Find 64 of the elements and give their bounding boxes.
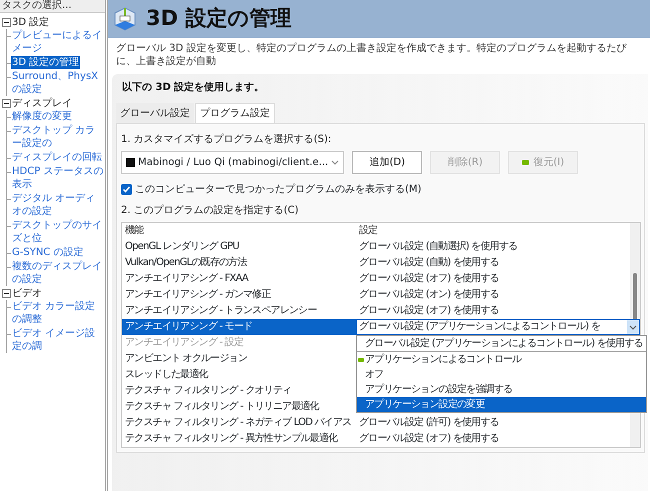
page-title: 3D 設定の管理 [146,6,292,32]
feature-cell[interactable]: テクスチャ フィルタリング - 異方性サンプル最適化 [122,431,356,447]
tree-item[interactable]: 3D 設定の管理 [11,56,80,69]
dropdown-option[interactable]: アプリケーションの設定を強調する [357,382,646,397]
tree-item[interactable]: デスクトップ カラー設定の [11,124,105,150]
3d-settings-icon [112,6,138,32]
setting-cell: グローバル設定 (自動) を使用する [359,257,499,268]
tree-group-label[interactable]: ビデオ [12,287,42,300]
column-header: 機能 [124,224,145,238]
program-select[interactable]: Mabinogi / Luo Qi (mabinogi/client.e... [121,151,344,174]
feature-cell[interactable]: アンチエイリアシング - トランスペアレンシー [122,303,356,319]
setting-cell: グローバル設定 (オン) を使用する [359,289,499,300]
description-text: グローバル 3D 設定を変更し、特定のプログラムの上書き設定を作成できます。特定のプログラムを起動するたびに、上書き設定が自動 [115,42,628,68]
app-icon [126,158,135,167]
caret-icon [331,159,340,166]
nvidia-icon [522,159,530,166]
checkbox[interactable] [121,184,132,195]
tree-item[interactable]: デジタル オーディオの設定 [11,192,105,218]
tree-item[interactable]: 解像度の変更 [11,110,73,123]
setting-cell: グローバル設定 (オフ) を使用する [359,305,499,316]
tree-item[interactable]: デスクトップのサイズと位 [11,219,105,245]
dropdown-option[interactable]: オフ [357,367,646,382]
tree-item[interactable]: 複数のディスプレイの設定 [11,260,105,286]
dropdown-option[interactable]: アプリケーション設定の変更 [357,397,646,412]
nvidia-icon [358,356,364,362]
tree-item[interactable]: ディスプレイの回転 [11,151,103,164]
tree-item[interactable]: HDCP ステータスの表示 [11,165,105,191]
tree-item[interactable]: G-SYNC の設定 [11,246,84,259]
feature-cell[interactable]: アンチエイリアシング - ガンマ修正 [122,287,356,303]
dropdown-option[interactable]: アプリケーションによるコントロール [357,352,646,367]
feature-cell[interactable]: OpenGL レンダリング GPU [122,239,356,255]
setting-cell: グローバル設定 (許可) を使用する [359,417,499,428]
feature-cell[interactable]: テクスチャ フィルタリング - ネガティブ LOD バイアス [122,415,356,431]
dropdown-option[interactable]: グローバル設定 (アプリケーションによるコントロール) を使用する [357,336,646,352]
tree-item[interactable]: プレビューによるイメージ [11,29,105,55]
section-heading: 以下の 3D 設定を使用します。 [122,80,266,95]
collapse-icon[interactable] [2,289,11,298]
setting-cell: グローバル設定 (自動選択) を使用する [359,241,518,252]
step-label: 1. カスタマイズするプログラムを選択する(S): [121,132,332,147]
tree-group-label[interactable]: ディスプレイ [12,97,72,110]
checkbox-label[interactable]: このコンピューターで見つかったプログラムのみを表示する(M) [135,182,422,197]
tree-item[interactable]: Surround、PhysX の設定 [11,70,105,96]
feature-cell[interactable]: Vulkan/OpenGLの既存の方法 [122,255,356,271]
column-header: 設定 [358,224,378,238]
caret-icon [629,324,637,330]
setting-combobox[interactable]: グローバル設定 (アプリケーションによるコントロール) を [356,319,640,335]
feature-cell[interactable]: テクスチャ フィルタリング - クオリティ [122,383,356,399]
feature-cell[interactable]: アンビエント オクルージョン [122,351,356,367]
collapse-icon[interactable] [2,18,11,27]
collapse-icon[interactable] [2,99,11,108]
tree-item[interactable]: ビデオ カラー設定の調整 [11,300,105,326]
feature-cell[interactable]: アンチエイリアシング - FXAA [122,271,356,287]
panel-header: タスクの選択... [0,0,105,13]
tab[interactable]: プログラム設定 [195,103,275,123]
feature-cell[interactable]: テクスチャ フィルタリング - トリリニア最適化 [122,399,356,415]
step-label: 2. このプログラムの設定を指定する(C) [121,204,300,218]
setting-cell: グローバル設定 (オフ) を使用する [359,433,499,444]
tab[interactable]: グローバル設定 [116,103,194,123]
action-button[interactable]: 追加(D) [352,151,422,174]
feature-cell[interactable]: スレッドした最適化 [122,367,356,383]
tree-item[interactable]: ビデオ イメージ設定の調 [11,327,105,353]
tree-group-label[interactable]: 3D 設定 [12,16,50,29]
setting-cell: グローバル設定 (オフ) を使用する [359,273,499,284]
feature-cell[interactable]: アンチエイリアシング - モード [122,319,356,335]
